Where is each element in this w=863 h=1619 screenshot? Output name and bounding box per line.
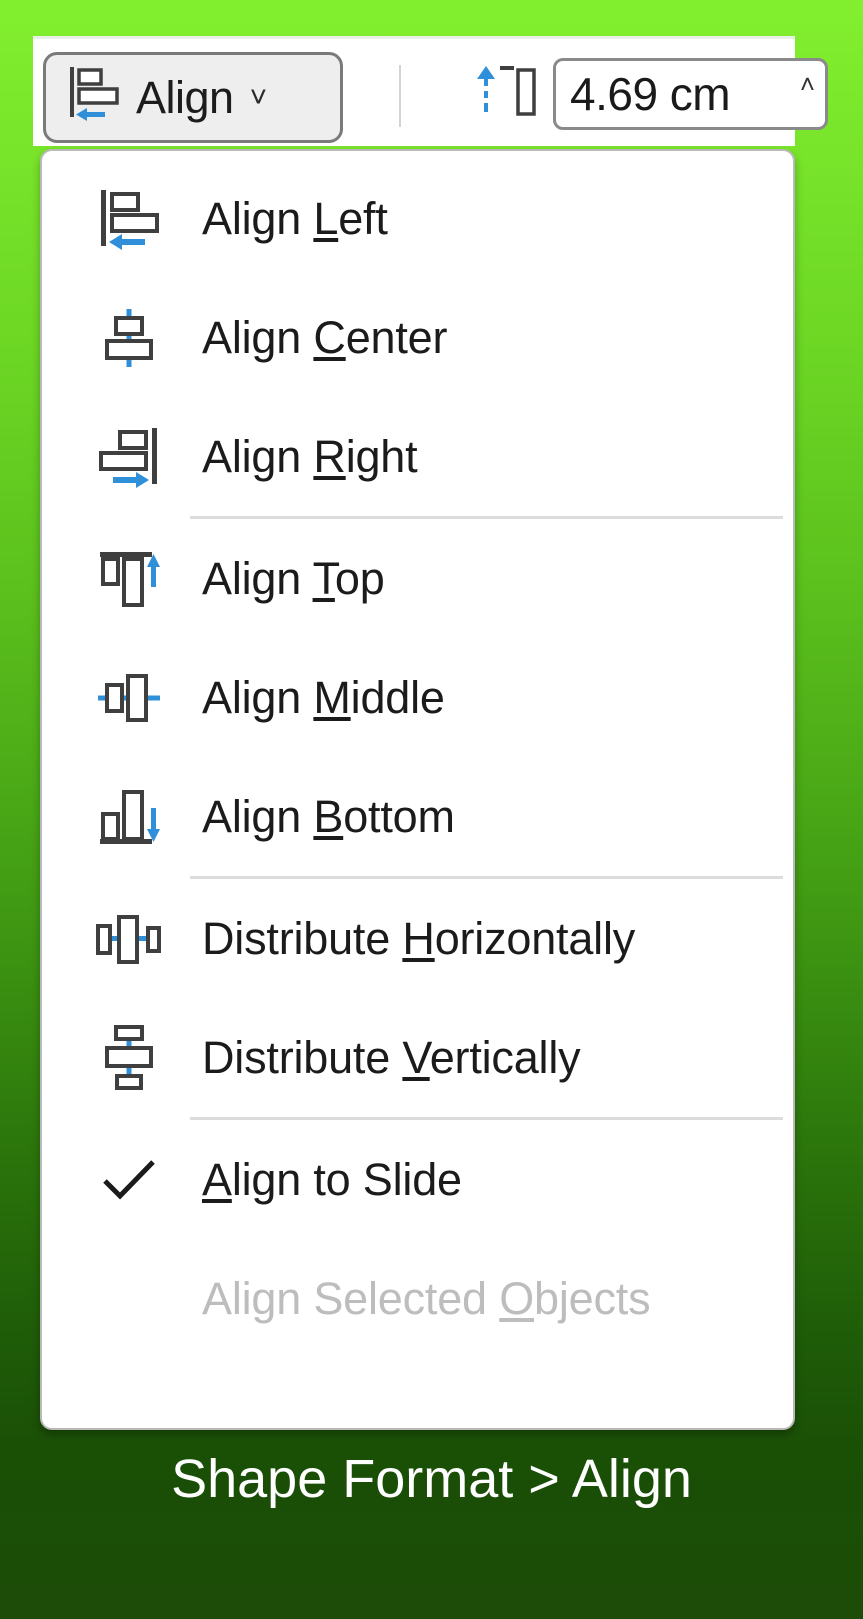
distribute-vertically-icon [94,1023,164,1093]
menu-item-distribute-horizontally[interactable]: Distribute Horizontally [42,879,793,998]
ribbon-group-divider [399,65,401,127]
align-middle-icon [94,663,164,733]
shape-height-group: 4.69 cm ˄ [473,58,828,130]
align-button-label: Align [136,72,234,123]
distribute-horizontally-icon [94,904,164,974]
no-icon-placeholder [94,1264,164,1334]
menu-item-label: Align Left [202,193,388,244]
menu-item-label: Distribute Vertically [202,1032,581,1083]
align-top-icon [94,544,164,614]
menu-item-align-to-slide[interactable]: Align to Slide [42,1120,793,1239]
align-right-icon [94,422,164,492]
menu-item-align-right[interactable]: Align Right [42,397,793,516]
align-split-button[interactable]: Align ˅ [43,52,343,143]
menu-item-label: Align to Slide [202,1154,462,1205]
caption-text: Shape Format > Align [171,1449,692,1509]
spinner-up-icon[interactable]: ˄ [800,71,815,97]
menu-item-align-left[interactable]: Align Left [42,159,793,278]
menu-item-label: Distribute Horizontally [202,913,636,964]
menu-item-label: Align Bottom [202,791,455,842]
menu-item-label: Align Center [202,312,448,363]
shape-height-value: 4.69 cm [570,68,731,120]
menu-item-align-top[interactable]: Align Top [42,519,793,638]
menu-item-align-bottom[interactable]: Align Bottom [42,757,793,876]
align-left-icon [66,65,122,130]
align-center-icon [94,303,164,373]
menu-item-distribute-vertically[interactable]: Distribute Vertically [42,998,793,1117]
menu-item-label: Align Selected Objects [202,1273,651,1324]
menu-item-align-selected-objects: Align Selected Objects [42,1239,793,1358]
align-bottom-icon [94,782,164,852]
menu-item-label: Align Middle [202,672,445,723]
menu-item-align-middle[interactable]: Align Middle [42,638,793,757]
align-left-icon [94,184,164,254]
check-icon [94,1145,164,1215]
menu-item-align-center[interactable]: Align Center [42,278,793,397]
shape-height-input[interactable]: 4.69 cm ˄ [553,58,828,130]
chevron-down-icon[interactable]: ˅ [250,82,268,113]
shape-height-icon [473,60,539,129]
menu-item-label: Align Top [202,553,385,604]
powerpoint-screenshot: Align ˅ 4.69 cm ˄ Align Left Align Cente… [33,36,828,1430]
menu-item-label: Align Right [202,431,418,482]
align-dropdown-menu[interactable]: Align Left Align Center Align Right Alig… [40,149,795,1430]
